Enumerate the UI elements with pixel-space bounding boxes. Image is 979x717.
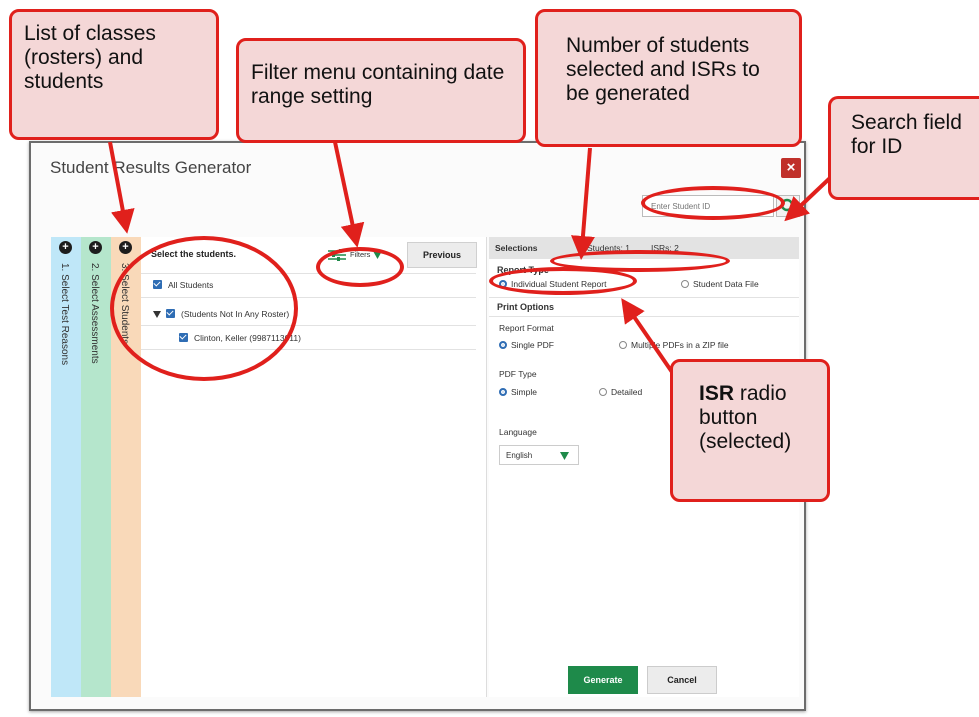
arrow-isr [621,298,674,374]
callout-rosters-text: List of classes (rosters) and students [24,22,156,93]
arrow-rosters [108,141,135,234]
callout-isr-bold: ISR [699,382,735,405]
callout-count: Number of students selected and ISRs to … [535,9,802,147]
isr-highlight-ellipse [489,267,637,295]
arrow-count [570,147,595,260]
callout-rosters: List of classes (rosters) and students [9,9,219,140]
rosters-highlight-ellipse [110,236,298,381]
callout-count-text: Number of students selected and ISRs to … [566,34,760,105]
callout-search: Search field for ID [828,96,979,200]
arrow-filter [333,141,365,248]
callout-filter-text: Filter menu containing date range settin… [251,61,505,108]
callout-isr: ISR radio button (selected) [670,359,830,502]
callout-search-text: Search field for ID [851,111,962,158]
filter-highlight-ellipse [316,247,404,287]
search-highlight-ellipse [641,186,785,220]
arrow-search [784,176,832,222]
callout-filter: Filter menu containing date range settin… [236,38,526,143]
